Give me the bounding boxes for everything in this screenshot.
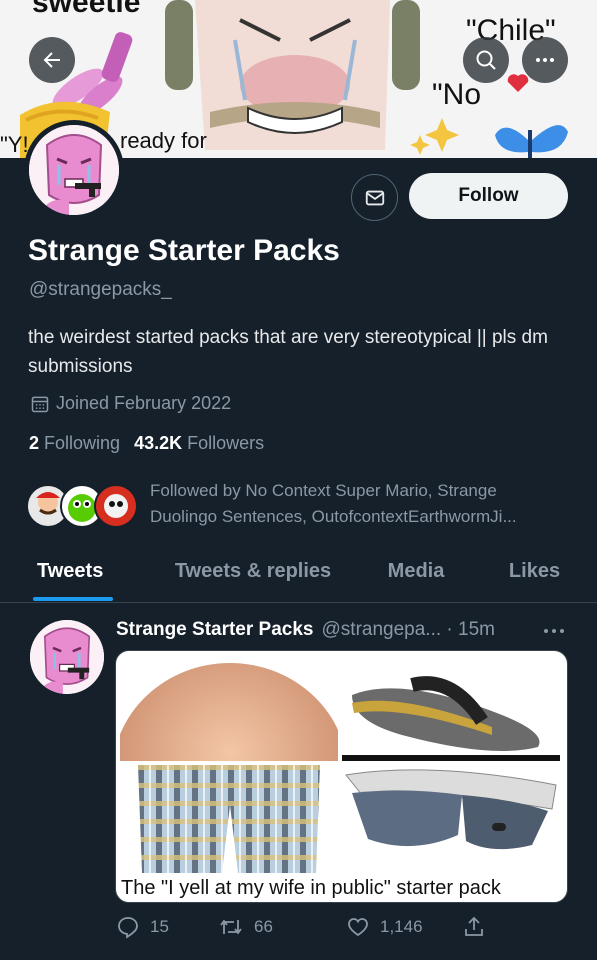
- like-count: 1,146: [380, 917, 423, 936]
- reply-count: 15: [150, 917, 169, 936]
- following-label: Following: [44, 433, 121, 453]
- followed-by-link[interactable]: Followed by No Context Super Mario, Stra…: [26, 478, 586, 534]
- followers-link[interactable]: 43.2K Followers: [134, 433, 264, 454]
- following-count: 2: [29, 433, 40, 453]
- back-button[interactable]: [29, 37, 75, 83]
- bald-head-image: [120, 655, 338, 761]
- profile-tabs: Tweets Tweets & replies Media Likes: [0, 548, 597, 603]
- followers-count: 43.2K: [134, 433, 183, 453]
- plaid-shorts-image: [120, 765, 338, 873]
- banner-text-no: "No: [432, 78, 481, 111]
- sparkle-emoji: [425, 118, 459, 152]
- message-button[interactable]: [351, 174, 398, 221]
- like-button[interactable]: 1,146: [346, 915, 423, 939]
- followers-label: Followers: [187, 433, 265, 453]
- banner-text-y: "Y!: [0, 132, 29, 157]
- followed-by-text: Followed by No Context Super Mario, Stra…: [150, 481, 517, 526]
- profile-avatar[interactable]: [24, 120, 124, 220]
- tweet-actions: 15 66 1,146: [116, 915, 496, 945]
- tweet-meta: @strangepa... · 15m: [321, 619, 495, 640]
- follow-button[interactable]: Follow: [409, 173, 568, 219]
- tab-media[interactable]: Media: [360, 548, 472, 602]
- share-icon: [465, 916, 483, 936]
- profile-stats: 2 Following 43.2K Followers: [29, 433, 264, 454]
- tweet-author-name[interactable]: Strange Starter Packs: [116, 619, 314, 641]
- followed-by-avatars: [26, 478, 144, 528]
- butterfly-emoji: [495, 125, 568, 158]
- tweet-avatar[interactable]: [30, 620, 104, 694]
- envelope-icon: [365, 190, 384, 205]
- tweet-header: Strange Starter Packs @strangepa... · 15…: [116, 619, 576, 641]
- retweet-icon: [220, 919, 242, 935]
- heart-icon: [348, 918, 368, 937]
- search-button[interactable]: [463, 37, 509, 83]
- more-icon: [544, 629, 564, 633]
- profile-handle: @strangepacks_: [29, 279, 172, 300]
- more-icon: [536, 58, 554, 62]
- reply-icon: [118, 917, 138, 939]
- banner-text-sweetie: sweetie: [32, 0, 141, 19]
- tweet-media-caption: The "I yell at my wife in public" starte…: [121, 877, 501, 899]
- share-button[interactable]: [462, 915, 486, 939]
- pink-wojak-avatar: [29, 125, 119, 215]
- following-link[interactable]: 2 Following: [29, 433, 120, 454]
- tab-likes[interactable]: Likes: [472, 548, 597, 602]
- reply-button[interactable]: 15: [116, 915, 169, 939]
- follower-avatar-earthworm: [94, 484, 138, 528]
- retweet-count: 66: [254, 917, 273, 936]
- sandal-image: [342, 655, 560, 761]
- search-icon: [476, 50, 496, 70]
- calendar-icon: [31, 396, 49, 412]
- tweet-media-image[interactable]: The "I yell at my wife in public" starte…: [115, 650, 568, 903]
- more-button[interactable]: [522, 37, 568, 83]
- joined-label: Joined February 2022: [56, 393, 232, 413]
- profile-bio: the weirdest started packs that are very…: [28, 327, 548, 377]
- pink-wojak-avatar: [30, 620, 104, 694]
- banner-text-ready: ready for: [120, 128, 207, 153]
- heart-emoji: [507, 74, 529, 92]
- profile-joined: Joined February 2022: [30, 393, 231, 414]
- retweet-button[interactable]: 66: [218, 915, 273, 939]
- tab-tweets-and-replies[interactable]: Tweets & replies: [146, 548, 360, 602]
- tab-tweets[interactable]: Tweets: [0, 548, 146, 602]
- profile-display-name: Strange Starter Packs: [28, 234, 340, 267]
- sunglasses-image: [342, 765, 560, 873]
- active-tab-indicator: [33, 597, 113, 601]
- arrow-left-icon: [43, 52, 60, 68]
- tweet-more-button[interactable]: [542, 622, 566, 645]
